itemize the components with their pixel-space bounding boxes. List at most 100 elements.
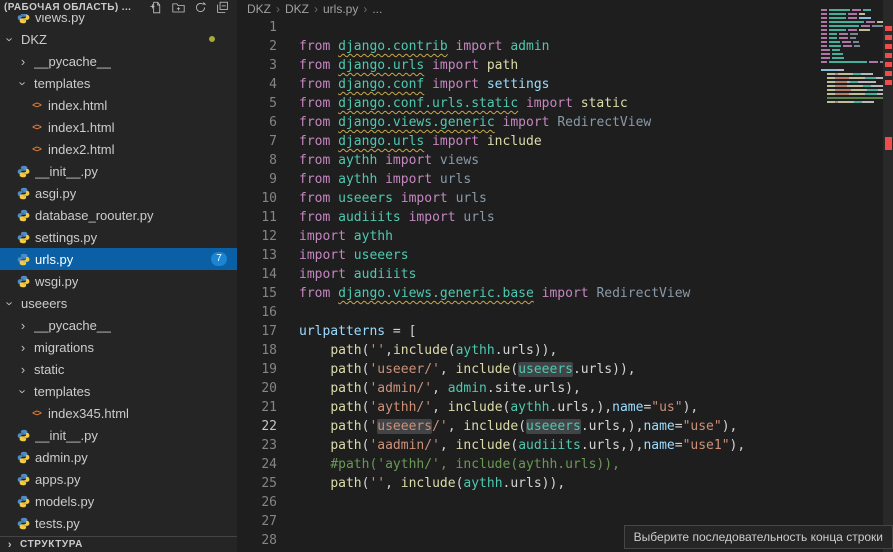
code-line-12[interactable]: 12import aythh [237, 227, 893, 246]
workspace-title: (РАБОЧАЯ ОБЛАСТЬ) ... [4, 2, 150, 13]
tree-item-label: apps.py [35, 472, 81, 487]
tree-item-__init__.py[interactable]: __init__.py [0, 424, 237, 446]
code-line-text: from django.urls import include [299, 132, 893, 151]
tree-item-__init__.py[interactable]: __init__.py [0, 160, 237, 182]
tree-item-DKZ[interactable]: ›DKZ [0, 28, 237, 50]
code-line-24[interactable]: 24 #path('aythh/', include(aythh.urls)), [237, 455, 893, 474]
code-line-15[interactable]: 15from django.views.generic.base import … [237, 284, 893, 303]
code-line-6[interactable]: 6from django.views.generic import Redire… [237, 113, 893, 132]
code-line-text: from aythh import views [299, 151, 893, 170]
tree-item-label: index2.html [48, 142, 114, 157]
tree-item-__pycache__[interactable]: ›__pycache__ [0, 314, 237, 336]
chevron-down-icon: › [3, 297, 18, 309]
tree-item-__pycache__[interactable]: ›__pycache__ [0, 50, 237, 72]
tree-item-templates[interactable]: ›templates [0, 72, 237, 94]
tree-item-settings.py[interactable]: settings.py [0, 226, 237, 248]
code-line-7[interactable]: 7 from django.urls import include [237, 132, 893, 151]
code-line-text: path('', include(aythh.urls)), [299, 474, 893, 493]
tree-item-index2.html[interactable]: <>index2.html [0, 138, 237, 160]
code-line-11[interactable]: 11from audiiits import urls [237, 208, 893, 227]
python-file-icon [17, 253, 30, 266]
code-line-text: path('admin/', admin.site.urls), [299, 379, 893, 398]
code-line-20[interactable]: 20 path('admin/', admin.site.urls), [237, 379, 893, 398]
code-line-10[interactable]: 10from useeers import urls [237, 189, 893, 208]
breadcrumb-item[interactable]: DKZ [247, 2, 271, 16]
breadcrumb-item[interactable]: urls.py [323, 2, 358, 16]
code-line-text: path('',include(aythh.urls)), [299, 341, 893, 360]
code-line-2[interactable]: 2from django.contrib import admin [237, 37, 893, 56]
python-file-icon [17, 517, 30, 530]
breadcrumb-separator: › [363, 2, 367, 16]
line-number: 20 [237, 379, 277, 398]
code-line-19[interactable]: 19 path('useeer/', include(useeers.urls)… [237, 360, 893, 379]
tree-item-migrations[interactable]: ›migrations [0, 336, 237, 358]
line-number: 26 [237, 493, 277, 512]
refresh-icon[interactable] [194, 1, 207, 14]
line-number: 3 [237, 56, 277, 75]
tree-item-index345.html[interactable]: <>index345.html [0, 402, 237, 424]
code-line-1[interactable]: 1 [237, 18, 893, 37]
tree-item-label: __pycache__ [34, 54, 111, 69]
tree-item-static[interactable]: ›static [0, 358, 237, 380]
tree-item-useeers[interactable]: ›useeers [0, 292, 237, 314]
minimap[interactable] [821, 5, 883, 117]
line-number: 22 [237, 417, 277, 436]
code-line-9[interactable]: 9from aythh import urls [237, 170, 893, 189]
code-line-18[interactable]: 18 path('',include(aythh.urls)), [237, 341, 893, 360]
chevron-right-icon: › [17, 362, 29, 377]
tree-item-urls.py[interactable]: urls.py 7 [0, 248, 237, 270]
explorer-sidebar: (РАБОЧАЯ ОБЛАСТЬ) ... views.py›DKZ›__pyc… [0, 0, 237, 552]
outline-section-header[interactable]: › СТРУКТУРА [0, 536, 237, 552]
file-tree: views.py›DKZ›__pycache__›templates<>inde… [0, 0, 237, 534]
new-folder-icon[interactable] [172, 1, 185, 14]
code-line-21[interactable]: 21 path('aythh/', include(aythh.urls,),n… [237, 398, 893, 417]
tree-item-tests.py[interactable]: tests.py [0, 512, 237, 534]
breadcrumb: DKZ › DKZ › urls.py › ... [237, 0, 893, 18]
tree-item-label: urls.py [35, 252, 73, 267]
chevron-down-icon: › [16, 77, 31, 89]
line-number: 28 [237, 531, 277, 550]
line-number: 25 [237, 474, 277, 493]
breadcrumb-item[interactable]: ... [372, 2, 382, 16]
code-line-5[interactable]: 5from django.conf.urls.static import sta… [237, 94, 893, 113]
code-line-3[interactable]: 3from django.urls import path [237, 56, 893, 75]
tree-item-asgi.py[interactable]: asgi.py [0, 182, 237, 204]
new-file-icon[interactable] [150, 1, 163, 14]
python-file-icon [17, 187, 30, 200]
html-file-icon: <> [30, 99, 43, 112]
tree-item-models.py[interactable]: models.py [0, 490, 237, 512]
code-line-23[interactable]: 23 path('aadmin/', include(audiiits.urls… [237, 436, 893, 455]
code-line-4[interactable]: 4from django.conf import settings [237, 75, 893, 94]
code-line-text: path('useeers/', include(useeers.urls,),… [299, 417, 893, 436]
python-file-icon [17, 209, 30, 222]
tree-item-label: __init__.py [35, 428, 98, 443]
tree-item-wsgi.py[interactable]: wsgi.py [0, 270, 237, 292]
line-number: 5 [237, 94, 277, 113]
line-number: 15 [237, 284, 277, 303]
html-file-icon: <> [30, 407, 43, 420]
tree-item-admin.py[interactable]: admin.py [0, 446, 237, 468]
code-line-17[interactable]: 17urlpatterns = [ [237, 322, 893, 341]
html-file-icon: <> [30, 121, 43, 134]
code-line-16[interactable]: 16 [237, 303, 893, 322]
python-file-icon [17, 275, 30, 288]
code-line-26[interactable]: 26 [237, 493, 893, 512]
code-line-14[interactable]: 14import audiiits [237, 265, 893, 284]
code-line-13[interactable]: 13import useeers [237, 246, 893, 265]
tree-item-index.html[interactable]: <>index.html [0, 94, 237, 116]
explorer-header: (РАБОЧАЯ ОБЛАСТЬ) ... [0, 0, 237, 14]
problems-badge: 7 [211, 252, 227, 266]
tree-item-index1.html[interactable]: <>index1.html [0, 116, 237, 138]
line-number: 7 [237, 132, 277, 151]
collapse-all-icon[interactable] [216, 1, 229, 14]
chevron-down-icon: › [3, 33, 18, 45]
code-editor[interactable]: 12from django.contrib import admin3from … [237, 18, 893, 550]
breadcrumb-item[interactable]: DKZ [285, 2, 309, 16]
tree-item-apps.py[interactable]: apps.py [0, 468, 237, 490]
tree-item-templates[interactable]: ›templates [0, 380, 237, 402]
code-line-8[interactable]: 8from aythh import views [237, 151, 893, 170]
scrollbar[interactable] [883, 0, 893, 552]
tree-item-database_roouter.py[interactable]: database_roouter.py [0, 204, 237, 226]
code-line-22[interactable]: 22 path('useeers/', include(useeers.urls… [237, 417, 893, 436]
code-line-25[interactable]: 25 path('', include(aythh.urls)), [237, 474, 893, 493]
